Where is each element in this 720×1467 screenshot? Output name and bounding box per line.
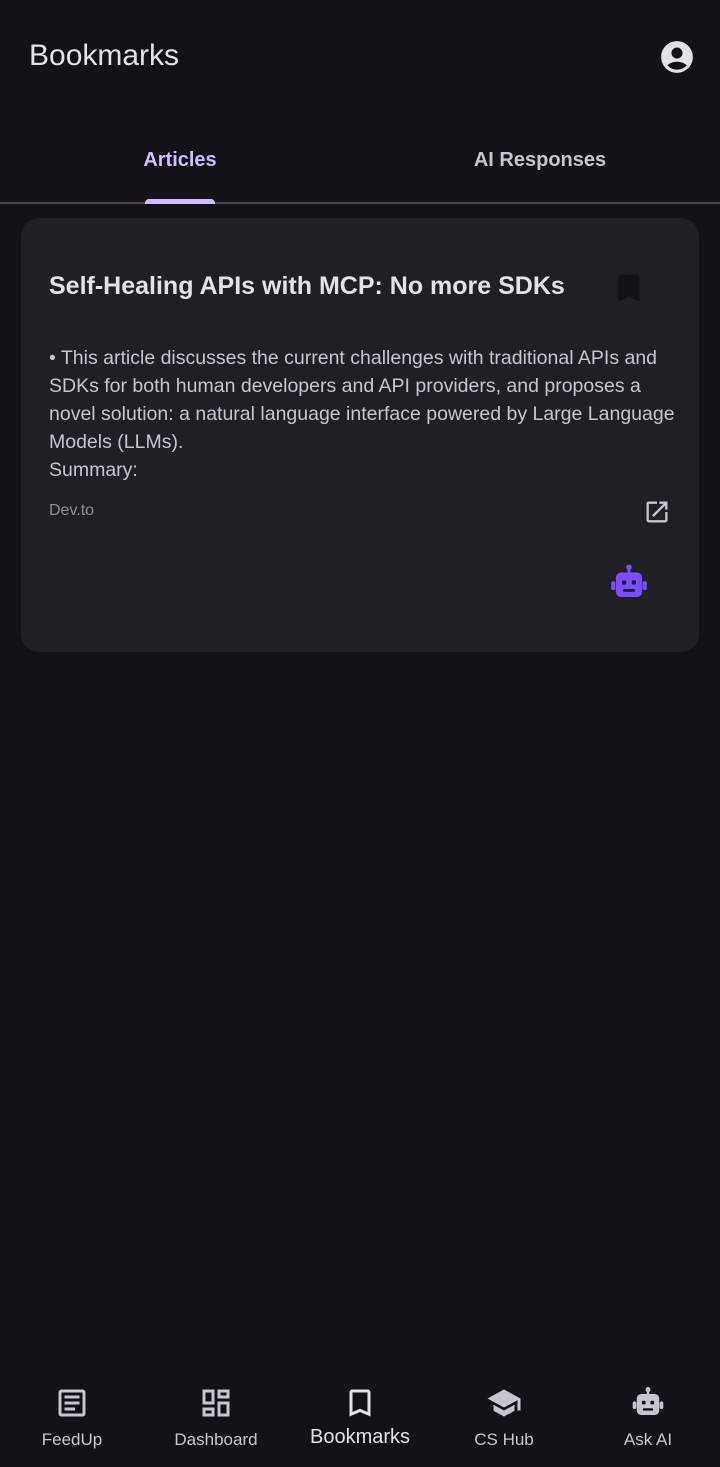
ask-ai-about-article-button[interactable] xyxy=(608,562,650,604)
nav-label-ask-ai: Ask AI xyxy=(623,1430,673,1449)
bookmark-filled-icon xyxy=(618,274,640,302)
bookmark-toggle-button[interactable] xyxy=(611,270,647,306)
tab-active-indicator xyxy=(145,199,215,204)
nav-label-feedup: FeedUp xyxy=(41,1430,103,1449)
page-title: Bookmarks xyxy=(29,39,180,72)
robot-icon xyxy=(611,564,647,597)
article-summary: • This article discusses the current cha… xyxy=(49,347,675,481)
nav-item-feedup[interactable]: FeedUp xyxy=(0,1372,144,1467)
article-title: Self-Healing APIs with MCP: No more SDKs xyxy=(49,272,565,300)
nav-label-dashboard: Dashboard xyxy=(174,1430,258,1449)
nav-label-cs-hub: CS Hub xyxy=(474,1430,534,1449)
tab-articles-label: Articles xyxy=(143,149,217,171)
nav-item-cs-hub[interactable]: CS Hub xyxy=(432,1372,576,1467)
school-icon xyxy=(487,1389,521,1417)
account-button[interactable] xyxy=(658,38,696,76)
article-source: Dev.to xyxy=(49,502,95,519)
tab-ai-responses[interactable]: AI Responses xyxy=(360,112,720,204)
open-in-new-icon xyxy=(646,501,668,523)
bookmarks-screen: Bookmarks Articles AI Responses Self-Hea… xyxy=(0,0,720,1467)
account-circle-icon xyxy=(661,41,693,73)
nav-label-bookmarks: Bookmarks xyxy=(309,1426,411,1448)
nav-item-bookmarks[interactable]: Bookmarks xyxy=(288,1372,432,1467)
top-app-bar: Bookmarks xyxy=(0,0,720,112)
tab-articles[interactable]: Articles xyxy=(0,112,360,204)
bottom-navigation-bar: FeedUp Dashboard Bookmarks CS Hub Ask AI xyxy=(0,1372,720,1467)
article-icon xyxy=(58,1389,86,1417)
dashboard-icon xyxy=(202,1389,230,1417)
robot-icon xyxy=(632,1387,664,1415)
open-article-button[interactable] xyxy=(643,498,671,526)
tab-ai-responses-label: AI Responses xyxy=(473,149,607,171)
nav-item-ask-ai[interactable]: Ask AI xyxy=(576,1372,720,1467)
nav-item-dashboard[interactable]: Dashboard xyxy=(144,1372,288,1467)
article-card[interactable]: Self-Healing APIs with MCP: No more SDKs… xyxy=(21,218,699,652)
tab-bar: Articles AI Responses xyxy=(0,112,720,204)
bookmark-icon xyxy=(349,1389,371,1417)
